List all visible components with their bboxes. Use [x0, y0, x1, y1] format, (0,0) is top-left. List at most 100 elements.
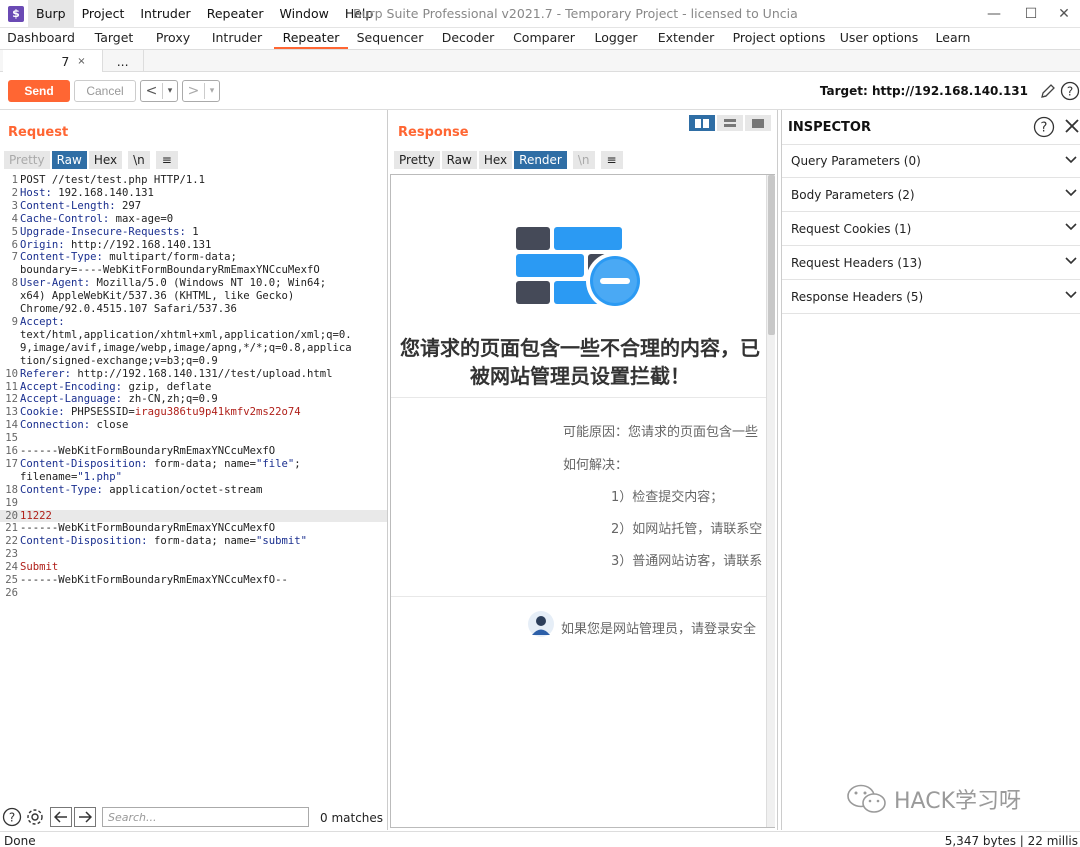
request-editor[interactable]: 1 POST //test/test.php HTTP/1.1 2 Host: 192… — [0, 174, 387, 802]
menu-intruder[interactable]: Intruder — [132, 0, 198, 28]
inspector-request-cookies[interactable]: Request Cookies (1) — [782, 212, 1080, 246]
cancel-button[interactable]: Cancel — [74, 80, 136, 102]
request-line: 9,image/avif,image/webp,image/apng,*/*;q… — [0, 342, 387, 355]
request-line: 5 Upgrade-Insecure-Requests: 1 — [0, 226, 387, 239]
inspector-divider[interactable] — [777, 110, 778, 830]
back-button[interactable]: < ▾ — [140, 80, 178, 102]
inspector-close-icon[interactable] — [1064, 118, 1080, 137]
header-value: x64) AppleWebKit/537.36 (KHTML, like Gec… — [20, 290, 295, 303]
request-view-pretty[interactable]: Pretty — [4, 151, 50, 169]
pencil-icon[interactable] — [1038, 81, 1058, 101]
tab-logger[interactable]: Logger — [584, 28, 648, 49]
search-input[interactable] — [102, 807, 309, 827]
tab-project-options[interactable]: Project options — [724, 28, 834, 49]
request-line: 21 ------WebKitFormBoundaryRmEmaxYNCcuMex… — [0, 522, 387, 535]
search-next-button[interactable] — [74, 807, 96, 827]
line-number: 20 — [5, 509, 18, 522]
tab-intruder[interactable]: Intruder — [200, 28, 274, 49]
request-newline-toggle[interactable]: \n — [128, 151, 150, 169]
help-icon[interactable]: ? — [2, 807, 22, 827]
minimize-button[interactable]: — — [976, 0, 1012, 28]
line-number: 2 — [11, 186, 18, 199]
header-value: gzip, deflate — [122, 380, 212, 393]
inspector-title: INSPECTOR — [788, 120, 871, 135]
block-heading-line2: 被网站管理员设置拦截！ — [470, 364, 690, 388]
line-number — [0, 290, 20, 303]
line-number — [0, 355, 20, 368]
request-menu-icon[interactable]: ≡ — [155, 151, 178, 169]
chevron-down-icon[interactable]: ▾ — [163, 86, 177, 96]
menu-repeater[interactable]: Repeater — [199, 0, 272, 28]
response-view-pretty[interactable]: Pretty — [394, 151, 440, 169]
close-window-button[interactable]: ✕ — [1046, 0, 1080, 28]
request-view-hex[interactable]: Hex — [88, 151, 123, 169]
chevron-down-icon[interactable]: ▾ — [205, 86, 219, 96]
send-button[interactable]: Send — [8, 80, 70, 102]
response-view-raw[interactable]: Raw — [441, 151, 477, 169]
tab-learn[interactable]: Learn — [924, 28, 982, 49]
response-render-view: 您请求的页面包含一些不合理的内容，已 被网站管理员设置拦截！ 可能原因：您请求的… — [390, 174, 775, 828]
response-view-render[interactable]: Render — [514, 151, 567, 169]
section-label: Request Headers (13) — [791, 255, 922, 270]
tab-decoder[interactable]: Decoder — [432, 28, 504, 49]
section-label: Request Cookies (1) — [791, 221, 912, 236]
chevron-down-icon — [1065, 223, 1077, 231]
line-text: Content-Type: application/octet-stream — [20, 484, 262, 497]
new-tab-label: ... — [116, 53, 129, 69]
inspector-query-params[interactable]: Query Parameters (0) — [782, 144, 1080, 178]
response-view-hex[interactable]: Hex — [478, 151, 513, 169]
inspector-request-headers[interactable]: Request Headers (13) — [782, 246, 1080, 280]
menu-window[interactable]: Window — [272, 0, 337, 28]
request-line: 18 Content-Type: application/octet-stream — [0, 484, 387, 497]
chevron-down-icon — [1065, 189, 1077, 197]
layout-split-icon[interactable] — [689, 115, 715, 131]
gear-icon[interactable] — [25, 807, 45, 827]
header-value: form-data; name= — [147, 535, 256, 548]
line-text: text/html,application/xhtml+xml,applicat… — [20, 329, 352, 342]
inspector-response-headers[interactable]: Response Headers (5) — [782, 280, 1080, 314]
line-text: ------WebKitFormBoundaryRmEmaxYNCcuMexfO — [20, 445, 275, 458]
scrollbar-thumb[interactable] — [768, 175, 775, 335]
line-text: Referer: http://192.168.140.131//test/up… — [20, 368, 333, 381]
search-previous-button[interactable] — [50, 807, 72, 827]
header-value: form-data; name= — [147, 457, 256, 470]
layout-stacked-icon[interactable] — [717, 115, 743, 131]
tab-comparer[interactable]: Comparer — [504, 28, 584, 49]
tab-repeater[interactable]: Repeater — [274, 28, 348, 49]
repeater-tab-7[interactable]: 7 × — [3, 50, 103, 72]
inspector-body-params[interactable]: Body Parameters (2) — [782, 178, 1080, 212]
line-number: 12 — [5, 393, 18, 406]
layout-tabbed-icon[interactable] — [745, 115, 771, 131]
tab-extender[interactable]: Extender — [648, 28, 724, 49]
response-newline-toggle[interactable]: \n — [572, 151, 595, 169]
request-line: 4 Cache-Control: max-age=0 — [0, 213, 387, 226]
tab-target[interactable]: Target — [82, 28, 146, 49]
panel-divider[interactable] — [387, 110, 388, 830]
forward-button[interactable]: > ▾ — [182, 80, 220, 102]
firewall-blocked-icon — [516, 227, 644, 310]
request-line: 26 — [0, 587, 387, 600]
tab-proxy[interactable]: Proxy — [146, 28, 200, 49]
maximize-button[interactable]: ☐ — [1013, 0, 1049, 28]
tab-sequencer[interactable]: Sequencer — [348, 28, 432, 49]
response-menu-icon[interactable]: ≡ — [600, 151, 623, 169]
close-tab-icon[interactable]: × — [77, 51, 85, 72]
line-number: 7 — [11, 251, 18, 264]
response-scrollbar[interactable] — [766, 175, 775, 827]
header-value: application/octet-stream — [102, 483, 263, 496]
tab-user-options[interactable]: User options — [834, 28, 924, 49]
new-tab-button[interactable]: ... — [103, 50, 144, 72]
tab-dashboard[interactable]: Dashboard — [0, 28, 82, 49]
line-number: 8 — [11, 277, 18, 290]
block-step-3: 3）普通网站访客，请联系 — [611, 554, 763, 569]
line-number: 23 — [5, 548, 18, 561]
help-icon[interactable]: ? — [1060, 81, 1080, 101]
request-line: 7 Content-Type: multipart/form-data; — [0, 251, 387, 264]
string-value: "file" — [256, 457, 295, 470]
menu-burp[interactable]: Burp — [28, 0, 74, 28]
request-view-raw[interactable]: Raw — [51, 151, 87, 169]
menu-project[interactable]: Project — [74, 0, 133, 28]
request-line: 13 Cookie: PHPSESSID=iragu386tu9p41kmfv2m… — [0, 406, 387, 419]
inspector-help-icon[interactable]: ? — [1033, 116, 1055, 141]
request-line: 12 Accept-Language: zh-CN,zh;q=0.9 — [0, 393, 387, 406]
